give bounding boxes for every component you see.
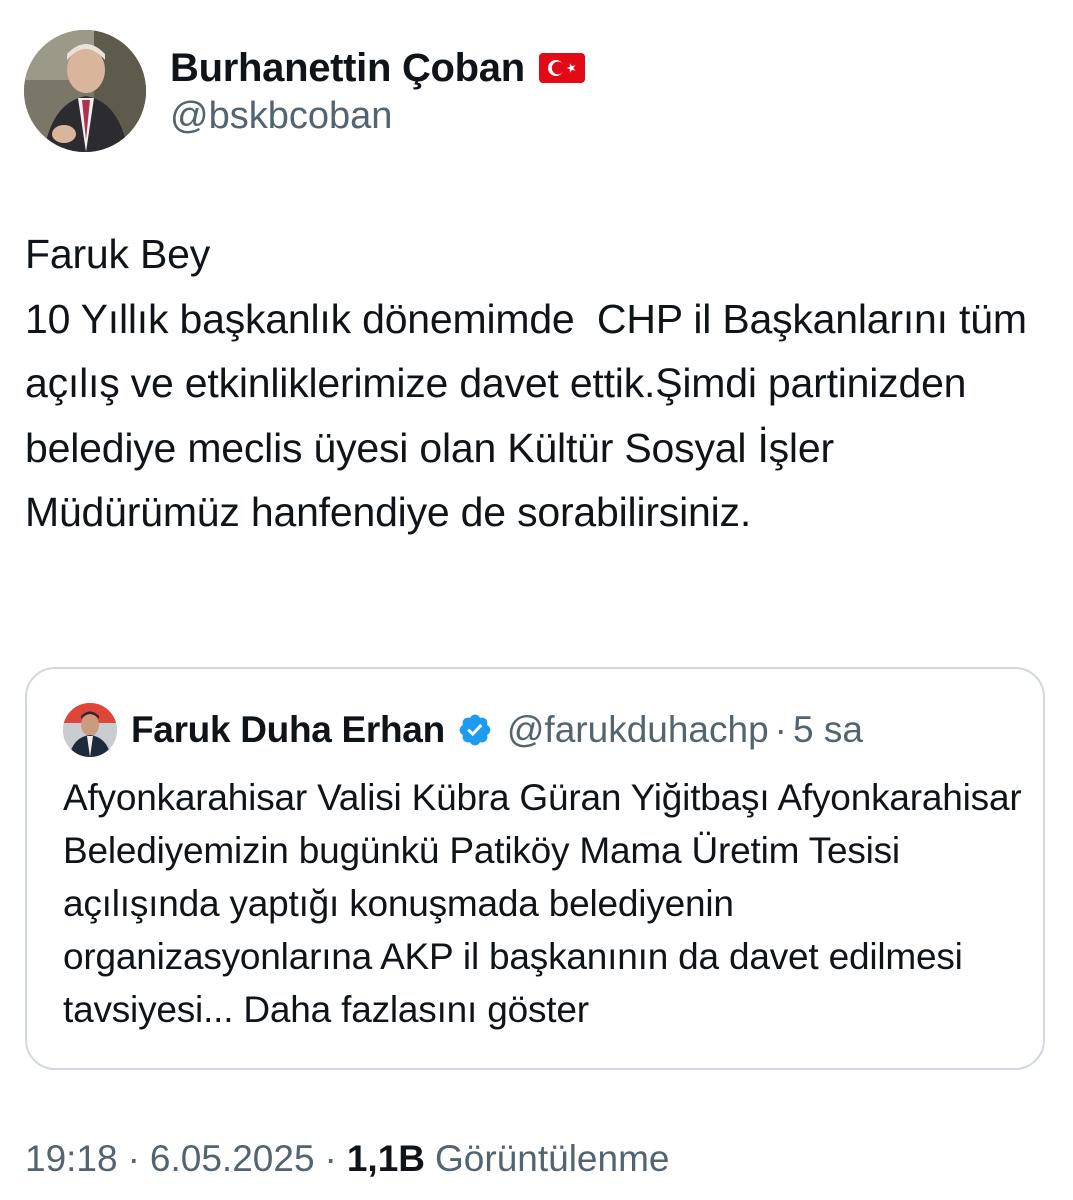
show-more-link[interactable]: Daha fazlasını göster (243, 989, 589, 1030)
tweet-detail: Burhanettin Çoban @bskbcoban Faruk Bey 1… (0, 0, 1073, 1200)
quoted-author-avatar (63, 703, 117, 757)
quoted-tweet-time: 5 sa (793, 709, 863, 750)
author-display-name[interactable]: Burhanettin Çoban (170, 46, 525, 91)
author-handle[interactable]: @bskbcoban (170, 95, 392, 138)
views-count: 1,1B (346, 1138, 426, 1179)
quoted-author-avatar-image (63, 703, 117, 757)
tweet-date[interactable]: 6.05.2025 (150, 1138, 315, 1180)
turkey-flag-icon (538, 53, 585, 83)
meta-separator: · (324, 1138, 337, 1179)
author-name-row: Burhanettin Çoban (170, 42, 585, 94)
quoted-author-handle: @farukduhachp (506, 709, 769, 750)
quoted-tweet-text-block: Afyonkarahisar Valisi Kübra Güran Yiğitb… (63, 771, 1023, 1036)
tweet-time[interactable]: 19:18 (25, 1138, 118, 1180)
author-avatar[interactable] (24, 30, 146, 152)
quoted-tweet-header: Faruk Duha Erhan @farukduhachp · 5 sa (63, 702, 863, 758)
quoted-header-separator: · (774, 709, 787, 750)
verified-badge-icon (459, 714, 491, 746)
tweet-meta: 19:18 · 6.05.2025 · 1,1B Görüntülenme (25, 1138, 669, 1180)
quoted-tweet-card[interactable]: Faruk Duha Erhan @farukduhachp · 5 sa Af… (25, 667, 1045, 1070)
quoted-author-display-name: Faruk Duha Erhan (131, 709, 445, 750)
meta-separator: · (127, 1138, 140, 1179)
author-avatar-image (24, 30, 146, 152)
tweet-text: Faruk Bey 10 Yıllık başkanlık dönemimde … (25, 231, 1027, 535)
views-label: Görüntülenme (435, 1138, 670, 1179)
